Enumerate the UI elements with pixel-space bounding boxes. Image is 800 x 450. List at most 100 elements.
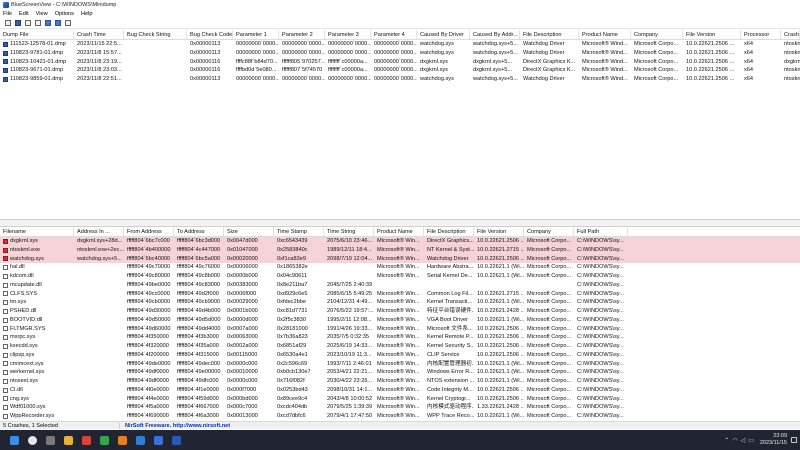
exit-button[interactable] bbox=[63, 19, 72, 28]
driver-col-filename[interactable]: Filename bbox=[0, 227, 74, 236]
app-orange-button[interactable] bbox=[116, 434, 128, 446]
driver-col-file-description[interactable]: File Description bbox=[424, 227, 474, 236]
dump-row-cell: 00000000`0000... bbox=[282, 76, 325, 82]
chevron-up-icon[interactable]: ⌃ bbox=[724, 437, 729, 444]
dump-col-caused-by-addr[interactable]: Caused By Addr... bbox=[470, 30, 520, 39]
driver-col-company[interactable]: Company bbox=[524, 227, 574, 236]
dump-col-file-version[interactable]: File Version bbox=[683, 30, 741, 39]
dump-row-cell: 110823-9859-01.dmp bbox=[0, 75, 74, 84]
menu-view[interactable]: View bbox=[36, 11, 48, 17]
driver-row[interactable]: werkernel.sys fffff804`49df0000 fffff804`4… bbox=[0, 368, 800, 377]
driver-row[interactable]: CLFS.SYS fffff804`49cc0000 fffff804`49d2f0… bbox=[0, 290, 800, 299]
driver-col-file-version[interactable]: File Version bbox=[474, 227, 524, 236]
menu-edit[interactable]: Edit bbox=[19, 11, 29, 17]
driver-col-product-name[interactable]: Product Name bbox=[374, 227, 424, 236]
driver-row[interactable]: WppRecorder.sys fffff804`4f690000 fffff804… bbox=[0, 412, 800, 421]
copy-button[interactable] bbox=[23, 19, 32, 28]
dump-row[interactable]: 110823-9671-01.dmp 2023/11/8 23:03... 0x00… bbox=[0, 66, 800, 75]
driver-row[interactable]: mcupdate.dll fffff804`49be0000 fffff804`49… bbox=[0, 281, 800, 290]
dump-col-processor[interactable]: Processor bbox=[741, 30, 781, 39]
driver-col-time-string[interactable]: Time String bbox=[324, 227, 374, 236]
task-view-button[interactable] bbox=[44, 434, 56, 446]
network-icon[interactable]: ◠ bbox=[732, 437, 737, 444]
app-green-button[interactable] bbox=[98, 434, 110, 446]
driver-row[interactable]: CI.dll fffff804`4f0e0000 fffff804`4f1e0000… bbox=[0, 386, 800, 395]
driver-row[interactable]: ksecdd.sys fffff804`4f320000 fffff804`4f35… bbox=[0, 342, 800, 351]
driver-row[interactable]: hal.dll fffff804`49c70000 fffff804`49c7600… bbox=[0, 263, 800, 272]
bluescreenview-button[interactable] bbox=[170, 434, 182, 446]
open-folder-button[interactable] bbox=[33, 19, 42, 28]
driver-row-cell: 10.0.22621.2506 ... bbox=[477, 386, 524, 393]
dump-col-parameter-1[interactable]: Parameter 1 bbox=[233, 30, 279, 39]
driver-row[interactable]: BOOTVID.dll fffff804`49d50000 fffff804`49d… bbox=[0, 316, 800, 325]
dump-col-crash-ad[interactable]: Crash Ad bbox=[781, 30, 800, 39]
driver-row[interactable]: PSHED.dll fffff804`49d30000 fffff804`49d4b… bbox=[0, 307, 800, 316]
dump-row[interactable]: 111523-12578-01.dmp 2023/11/15 22:5... 0x0… bbox=[0, 40, 800, 49]
dump-col-dump-file[interactable]: Dump File bbox=[0, 30, 74, 39]
save-button[interactable] bbox=[13, 19, 22, 28]
driver-row[interactable]: dxgkrnl.sys dxgkrnl.sys+28d... fffff804`6b… bbox=[0, 237, 800, 246]
driver-row-cell bbox=[424, 281, 474, 290]
dump-col-bug-check-string[interactable]: Bug Check String bbox=[124, 30, 187, 39]
driver-row[interactable]: tm.sys fffff804`49cb0000 fffff804`49cb9000… bbox=[0, 298, 800, 307]
dump-col-company[interactable]: Company bbox=[631, 30, 683, 39]
battery-icon[interactable]: ▭ bbox=[748, 437, 754, 444]
driver-row-cell: 0xd929c6e5 bbox=[277, 290, 308, 297]
dump-row[interactable]: 110823-9859-01.dmp 2023/11/8 22:51... 0x00… bbox=[0, 75, 800, 84]
notification-icon[interactable] bbox=[791, 437, 797, 443]
driver-row-cell: 0xc6543439 bbox=[277, 238, 308, 244]
driver-col-to-address[interactable]: To Address bbox=[174, 227, 224, 236]
dump-col-product-name[interactable]: Product Name bbox=[579, 30, 631, 39]
menu-help[interactable]: Help bbox=[81, 11, 93, 17]
dump-col-caused-by-driver[interactable]: Caused By Driver bbox=[417, 30, 470, 39]
driver-row-cell: fffff804`4b400000 bbox=[127, 246, 171, 253]
driver-row[interactable]: cng.sys fffff804`4f4e0000 fffff804`4f59d00… bbox=[0, 395, 800, 404]
driver-col-address-in[interactable]: Address In ... bbox=[74, 227, 124, 236]
dump-col-parameter-4[interactable]: Parameter 4 bbox=[371, 30, 417, 39]
menu-file[interactable]: File bbox=[3, 11, 12, 17]
menu-options[interactable]: Options bbox=[55, 11, 74, 17]
driver-row-cell: 0x0000d000 bbox=[227, 316, 258, 323]
driver-row[interactable]: ntosext.sys fffff804`49df0000 fffff804`49d… bbox=[0, 377, 800, 386]
driver-row-cell: Microsoft Corpo... bbox=[527, 360, 572, 367]
dump-col-crash-time[interactable]: Crash Time bbox=[74, 30, 124, 39]
dump-col-parameter-3[interactable]: Parameter 3 bbox=[325, 30, 371, 39]
driver-row[interactable]: watchdog.sys watchdog.sys+5... fffff804`6b… bbox=[0, 254, 800, 264]
driver-row-cell: 内核配置管理器初... bbox=[427, 360, 474, 367]
dump-col-file-description[interactable]: File Description bbox=[520, 30, 579, 39]
dump-col-parameter-2[interactable]: Parameter 2 bbox=[279, 30, 325, 39]
driver-row[interactable]: msrpc.sys fffff804`4f350000 fffff804`4f3b3… bbox=[0, 333, 800, 342]
dump-row-cell: 0x00000113 bbox=[190, 41, 221, 47]
driver-row-cell: fffff804`4f350000 bbox=[127, 334, 169, 341]
volume-icon[interactable]: ◁ bbox=[741, 437, 746, 444]
driver-row[interactable]: ntoskrnl.exe ntoskrnl.exe+2ec... fffff804`… bbox=[0, 245, 800, 255]
file-explorer-button[interactable] bbox=[62, 434, 74, 446]
nirsoft-link[interactable]: NirSoft Freeware. http://www.nirsoft.net bbox=[120, 423, 230, 429]
report-button[interactable] bbox=[43, 19, 52, 28]
driver-col-time-stamp[interactable]: Time Stamp bbox=[274, 227, 324, 236]
find-button[interactable] bbox=[53, 19, 62, 28]
clock[interactable]: 23:09 2023/11/15 bbox=[760, 433, 787, 447]
search-button[interactable] bbox=[26, 434, 38, 446]
dump-row[interactable]: 110823-10421-01.dmp 2023/11/8 23:19... 0x0… bbox=[0, 58, 800, 67]
driver-row[interactable]: Wdf01000.sys fffff804`4f5a0000 fffff804`4f… bbox=[0, 403, 800, 412]
driver-col-from-address[interactable]: From Address bbox=[124, 227, 174, 236]
driver-row-cell: fffff804`49d30000 bbox=[127, 308, 171, 314]
task-view-icon bbox=[45, 435, 55, 445]
driver-row[interactable]: clipsp.sys fffff804`4f200000 fffff804`4f31… bbox=[0, 351, 800, 360]
driver-row-cell: 2075/6/10 23:46... bbox=[327, 238, 373, 244]
driver-row[interactable]: FLTMGR.SYS fffff804`49d60000 fffff804`49dd… bbox=[0, 325, 800, 334]
driver-col-full-path[interactable]: Full Path bbox=[574, 227, 628, 236]
dump-row[interactable]: 110823-9781-01.dmp 2023/11/8 15:57... 0x00… bbox=[0, 49, 800, 58]
windows-start-button[interactable] bbox=[8, 434, 20, 446]
driver-row[interactable]: kdcom.dll fffff804`49c80000 fffff804`49c8b… bbox=[0, 272, 800, 281]
driver-row[interactable]: cmimcext.sys fffff804`49de0000 fffff804`49… bbox=[0, 360, 800, 369]
driver-col-size[interactable]: Size bbox=[224, 227, 274, 236]
app-blue-button[interactable] bbox=[152, 434, 164, 446]
driver-row-cell: 0x00115000 bbox=[227, 351, 258, 358]
properties-button[interactable] bbox=[3, 19, 12, 28]
driver-row-cell: 2023/10/19 11:3... bbox=[327, 351, 372, 358]
dump-col-bug-check-code[interactable]: Bug Check Code bbox=[187, 30, 233, 39]
app-red-button[interactable] bbox=[80, 434, 92, 446]
browser-button[interactable] bbox=[134, 434, 146, 446]
